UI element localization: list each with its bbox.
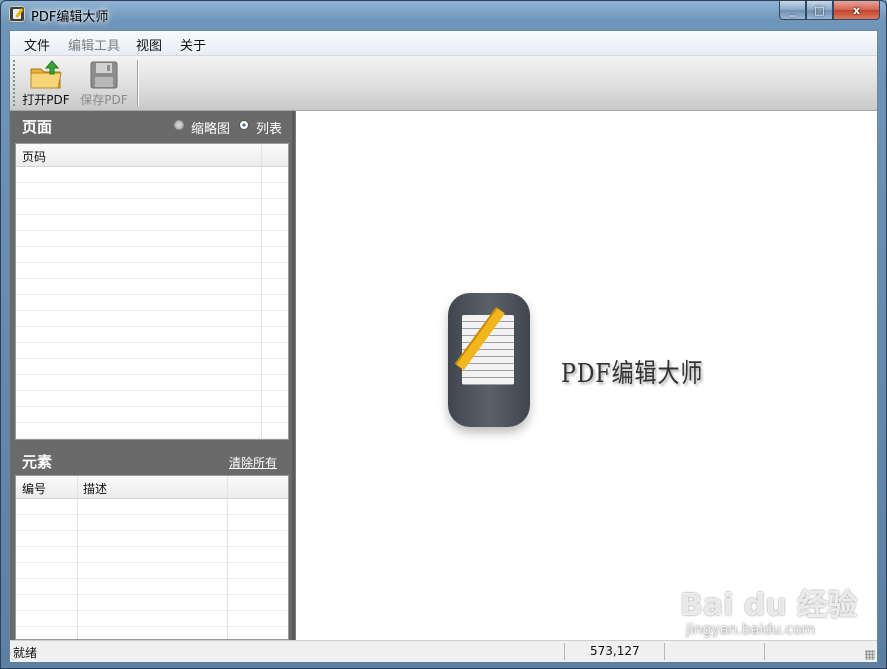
open-folder-icon — [30, 60, 62, 89]
menu-edit-tools[interactable]: 编辑工具 — [68, 35, 120, 54]
save-pdf-label: 保存PDF — [80, 93, 128, 107]
column-number[interactable]: 编号 — [22, 480, 46, 497]
maximize-button[interactable]: □ — [806, 1, 833, 20]
status-bar: 就绪 573,127 — [10, 640, 877, 662]
column-divider[interactable] — [77, 476, 78, 639]
toolbar-separator — [137, 60, 138, 106]
watermark-brand: Bai du 经验 — [680, 588, 858, 623]
pages-list-header: 页码 — [16, 144, 288, 167]
app-icon — [9, 6, 25, 22]
minimize-button[interactable]: _ — [779, 1, 806, 20]
menu-view[interactable]: 视图 — [136, 35, 162, 54]
status-text: 就绪 — [13, 646, 38, 660]
toolbar: 打开PDF 保存PDF — [10, 56, 877, 111]
resize-grip[interactable] — [865, 650, 875, 660]
status-separator — [564, 643, 565, 660]
thumbnail-radio[interactable] — [174, 120, 184, 130]
pages-panel-title: 页面 — [22, 118, 53, 136]
window-title: PDF编辑大师 — [31, 10, 109, 25]
app-logo — [448, 293, 530, 427]
title-bar[interactable]: PDF编辑大师 _ □ x — [1, 1, 886, 28]
window-controls: _ □ x — [779, 1, 880, 20]
logo-text: PDF编辑大师 — [561, 359, 704, 389]
elements-panel-title: 元素 — [22, 453, 53, 471]
status-separator — [664, 643, 665, 660]
save-disk-icon — [90, 61, 118, 89]
watermark-url: jingyan.baidu.com — [686, 622, 816, 638]
pages-list-rows — [16, 167, 288, 439]
list-radio[interactable] — [239, 120, 249, 130]
document-canvas[interactable]: PDF编辑大师 — [295, 111, 877, 640]
status-separator — [764, 643, 765, 660]
elements-list-rows — [16, 499, 288, 639]
left-panel: 页面 缩略图 列表 页码 元素 清除所有 编号 描述 — [10, 111, 292, 640]
open-pdf-button[interactable]: 打开PDF — [16, 58, 76, 108]
pages-list[interactable]: 页码 — [15, 143, 289, 440]
open-pdf-label: 打开PDF — [22, 93, 70, 107]
elements-panel-header: 元素 清除所有 — [10, 446, 292, 474]
elements-list-header: 编号 描述 — [16, 476, 288, 499]
pages-panel-header: 页面 缩略图 列表 — [10, 111, 292, 139]
close-button[interactable]: x — [833, 1, 880, 20]
clear-all-link[interactable]: 清除所有 — [229, 454, 277, 471]
menu-about[interactable]: 关于 — [180, 35, 206, 54]
list-radio-label[interactable]: 列表 — [256, 118, 282, 137]
elements-list[interactable]: 编号 描述 — [15, 475, 289, 640]
save-pdf-button[interactable]: 保存PDF — [74, 58, 134, 108]
toolbar-grip[interactable] — [13, 60, 15, 106]
column-page-number[interactable]: 页码 — [22, 148, 46, 165]
menu-bar: 文件 编辑工具 视图 关于 — [10, 31, 877, 56]
column-divider[interactable] — [227, 476, 228, 639]
app-window: PDF编辑大师 _ □ x 文件 编辑工具 视图 关于 打开PDF 保存PDF … — [0, 0, 887, 669]
column-description[interactable]: 描述 — [83, 480, 107, 497]
cursor-coordinates: 573,127 — [590, 644, 640, 658]
column-divider[interactable] — [261, 144, 262, 439]
thumbnail-radio-label[interactable]: 缩略图 — [191, 118, 230, 137]
client-area: 文件 编辑工具 视图 关于 打开PDF 保存PDF 页面 缩略图 列表 页码 元… — [9, 30, 878, 662]
menu-file[interactable]: 文件 — [24, 35, 50, 54]
